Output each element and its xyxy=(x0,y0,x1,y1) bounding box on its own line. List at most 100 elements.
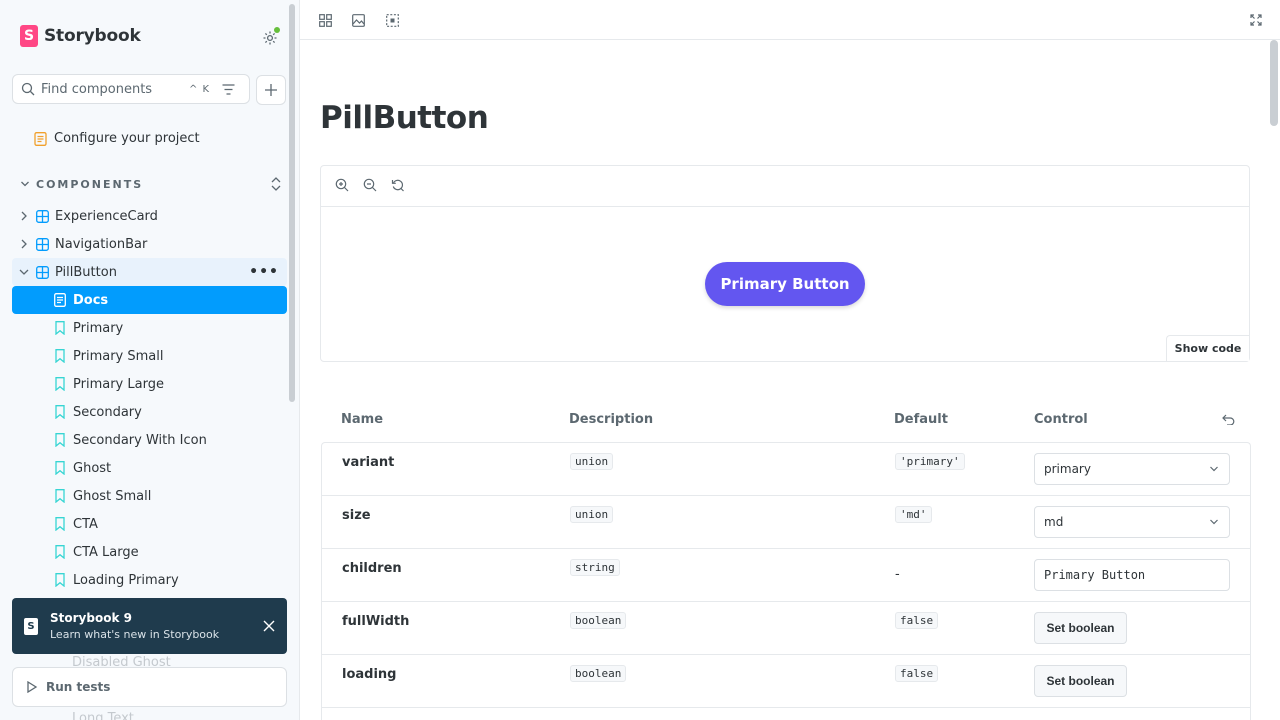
fullscreen-button[interactable] xyxy=(1248,12,1264,28)
tree-item-story[interactable]: Ghost xyxy=(12,454,287,482)
tree-item-label: CTA Large xyxy=(73,544,139,560)
arg-default: 'primary' xyxy=(895,453,965,470)
column-default: Default xyxy=(894,412,948,427)
arg-name: fullWidth xyxy=(342,614,410,629)
search-shortcut: ^ K xyxy=(189,83,211,95)
brand[interactable]: S Storybook xyxy=(20,25,141,47)
reset-controls-button[interactable] xyxy=(1222,414,1235,429)
whats-new-toast[interactable]: S Storybook 9 Learn what's new in Storyb… xyxy=(12,598,287,654)
tree-item-story[interactable]: Loading Primary xyxy=(12,566,287,594)
bookmark-icon xyxy=(55,405,65,419)
tree-item-experiencecard[interactable]: ExperienceCard xyxy=(12,202,287,230)
story-canvas: Primary Button Show code xyxy=(320,165,1250,362)
filter-button[interactable] xyxy=(222,83,235,95)
tree-item-story[interactable]: Secondary xyxy=(12,398,287,426)
bookmark-icon xyxy=(55,461,65,475)
tree-item-story[interactable]: Primary Large xyxy=(12,370,287,398)
undo-icon xyxy=(1222,414,1235,426)
arg-name: loading xyxy=(342,667,397,682)
close-icon xyxy=(263,620,275,632)
table-row: fullWidth boolean false Set boolean xyxy=(322,602,1250,655)
sidebar: S Storybook ^ K Configure your project C… xyxy=(0,0,300,720)
bookmark-icon xyxy=(55,321,65,335)
primary-button-preview[interactable]: Primary Button xyxy=(705,262,865,306)
tree-item-story[interactable]: Primary Small xyxy=(12,342,287,370)
close-button[interactable] xyxy=(263,617,275,636)
toast-subtitle: Learn what's new in Storybook xyxy=(50,628,220,641)
zoom-in-button[interactable] xyxy=(335,177,349,196)
bookmark-icon xyxy=(55,517,65,531)
show-code-button[interactable]: Show code xyxy=(1166,335,1249,361)
set-boolean-button[interactable]: Set boolean xyxy=(1034,612,1127,644)
run-tests-label: Run tests xyxy=(46,680,111,694)
size-select[interactable]: md xyxy=(1034,506,1230,538)
select-value: md xyxy=(1044,515,1064,529)
arg-type: boolean xyxy=(570,665,627,682)
tree-item-story[interactable]: CTA xyxy=(12,510,287,538)
arg-type: string xyxy=(570,559,620,576)
section-label: COMPONENTS xyxy=(36,177,144,191)
background-button[interactable] xyxy=(350,12,366,28)
tree-item-docs[interactable]: Docs xyxy=(12,286,287,314)
arg-name: variant xyxy=(342,455,395,470)
bookmark-icon xyxy=(55,377,65,391)
sidebar-scrollbar[interactable] xyxy=(289,4,295,402)
zoom-reset-button[interactable] xyxy=(391,177,405,196)
arg-default: 'md' xyxy=(895,506,932,523)
set-boolean-button[interactable]: Set boolean xyxy=(1034,665,1127,697)
table-row: loading boolean false Set boolean xyxy=(322,655,1250,708)
brand-name: Storybook xyxy=(44,26,141,46)
bookmark-icon xyxy=(55,489,65,503)
tree-item-label: NavigationBar xyxy=(55,236,148,252)
search-icon xyxy=(21,82,35,96)
fullscreen-icon xyxy=(1250,14,1262,26)
components-section-header[interactable]: COMPONENTS xyxy=(20,176,282,192)
component-icon xyxy=(35,237,49,251)
expand-collapse-icon[interactable] xyxy=(270,176,282,192)
main-scrollbar[interactable] xyxy=(1270,40,1278,126)
tree-item-label: Secondary With Icon xyxy=(73,432,207,448)
zoom-in-icon xyxy=(335,178,349,191)
tree-item-story[interactable]: Primary xyxy=(12,314,287,342)
chevron-down-icon xyxy=(21,181,29,187)
column-name: Name xyxy=(341,412,384,427)
tree-item-pillbutton[interactable]: PillButton ••• xyxy=(12,258,287,286)
canvas-toolbar xyxy=(321,166,1249,207)
search-input[interactable] xyxy=(41,81,181,97)
variant-select[interactable]: primary xyxy=(1034,453,1230,485)
tree-item-navigationbar[interactable]: NavigationBar xyxy=(12,230,287,258)
outline-icon xyxy=(385,13,399,27)
settings-button[interactable] xyxy=(260,27,280,48)
children-text-input[interactable]: Primary Button xyxy=(1034,559,1230,591)
tree-item-story[interactable]: Ghost Small xyxy=(12,482,287,510)
grid-button[interactable] xyxy=(317,12,333,28)
table-row: children string - Primary Button xyxy=(322,549,1250,602)
tree-item-story[interactable]: CTA Large xyxy=(12,538,287,566)
arg-type: union xyxy=(570,506,614,523)
outline-button[interactable] xyxy=(384,12,400,28)
configure-project-link[interactable]: Configure your project xyxy=(34,131,200,146)
arg-type: union xyxy=(570,453,614,470)
add-button[interactable] xyxy=(256,75,286,105)
column-control: Control xyxy=(1034,412,1088,427)
arg-type: boolean xyxy=(570,612,627,629)
chevron-down-icon xyxy=(19,269,29,275)
tree-item-story[interactable]: Secondary With Icon xyxy=(12,426,287,454)
tree-item-faded: Long Text xyxy=(72,711,134,720)
chevron-down-icon xyxy=(1210,519,1218,525)
tree-item-label: Secondary xyxy=(73,404,142,420)
arg-name: size xyxy=(342,508,371,523)
tree-item-label: Primary xyxy=(73,320,124,336)
table-row xyxy=(322,708,1250,720)
chevron-right-icon xyxy=(21,239,27,249)
tree-item-label: Loading Primary xyxy=(73,572,179,588)
more-options-icon[interactable]: ••• xyxy=(249,264,279,280)
run-tests-button[interactable]: Run tests xyxy=(12,667,287,707)
tree-item-label: Ghost Small xyxy=(73,488,152,504)
bookmark-icon xyxy=(55,545,65,559)
zoom-out-icon xyxy=(363,178,377,191)
zoom-out-button[interactable] xyxy=(363,177,377,196)
tree-item-label: CTA xyxy=(73,516,98,532)
plus-icon xyxy=(265,84,277,96)
grid-icon xyxy=(318,13,332,27)
